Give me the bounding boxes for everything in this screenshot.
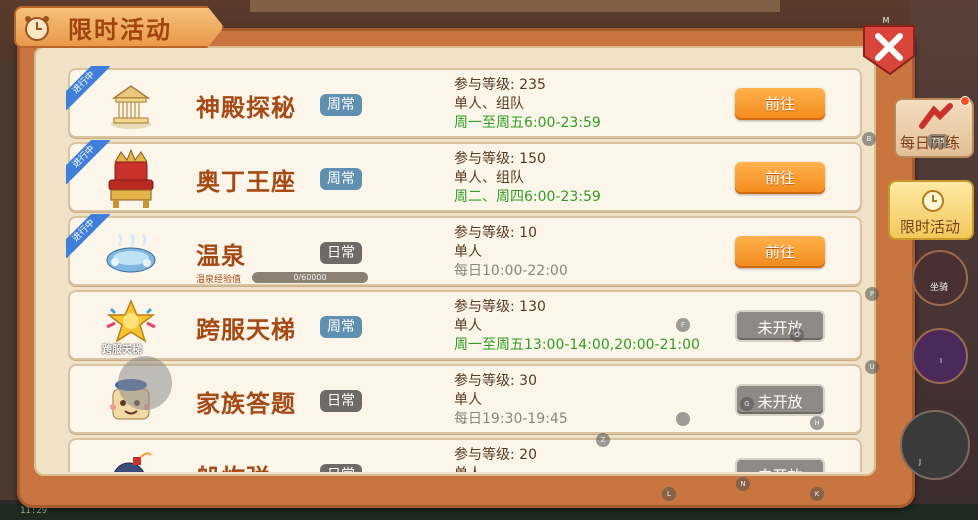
mode-text: 单人、组队 [454, 96, 524, 112]
tab-daily-training[interactable]: 每日历练 [894, 96, 974, 158]
top-hud-bar [250, 0, 780, 12]
activity-info: 参与等级: 150 单人、组队 周二、周四6:00-23:59 [454, 150, 601, 207]
hotkey-badge: 735 [928, 134, 948, 148]
frequency-tag: 周常 [320, 94, 362, 116]
schedule-text: 每日19:30-19:45 [454, 411, 568, 427]
hot-spring-icon [96, 222, 166, 284]
level-label: 参与等级: [454, 373, 515, 389]
level-value: 10 [519, 225, 537, 241]
mode-text: 单人 [454, 465, 537, 472]
activity-name: 温泉 [196, 242, 246, 270]
close-button[interactable] [858, 22, 920, 78]
schedule-text: 周一至周五13:00-14:00,20:00-21:00 [454, 337, 700, 353]
level-value: 30 [519, 373, 537, 389]
frequency-tag: 周常 [320, 168, 362, 190]
daily-training-icon [919, 103, 953, 129]
tab-limited-events-label: 限时活动 [900, 218, 961, 236]
hint-dot [676, 412, 690, 426]
activity-info: 参与等级: 30 单人 每日19:30-19:45 [454, 372, 568, 429]
hotkey-hint: M [882, 16, 890, 25]
list-item: 进行中 奥丁王座 周常 参与等级: 150 单人、组队 周二、周四6:00-23… [66, 140, 862, 212]
hotkey-hint: N [736, 477, 750, 491]
not-open-button[interactable]: 未开放 [735, 458, 825, 472]
hotkey-hint: O [790, 328, 804, 342]
level-value: 130 [519, 299, 546, 315]
throne-icon [96, 148, 166, 210]
level-label: 参与等级: [454, 151, 515, 167]
hotkey-hint: J [918, 458, 922, 466]
activity-info: 参与等级: 20 单人 [454, 446, 537, 472]
level-value: 235 [519, 77, 546, 93]
list-item: 船炸弹 日常 参与等级: 20 单人 未开放 [68, 438, 862, 472]
alarm-clock-icon [22, 14, 52, 42]
level-value: 150 [519, 151, 546, 167]
temple-icon [96, 74, 166, 136]
list-item: 进行中 温泉 日常 温泉经验值 0/60000 参与等级: 10 单人 每日10… [66, 214, 862, 286]
activity-info: 参与等级: 235 单人、组队 周一至周五6:00-23:59 [454, 76, 601, 133]
hotkey-hint: I [939, 357, 943, 365]
hot-spring-exp-bar: 0/60000 [252, 272, 368, 283]
list-item: 进行中 神殿探秘 周常 参与等级: 235 单人、组队 周一至周五6:00-23… [66, 66, 862, 138]
notification-dot [960, 96, 970, 106]
hotkey-hint: H [810, 416, 824, 430]
mode-text: 单人、组队 [454, 170, 524, 186]
activity-info: 参与等级: 10 单人 每日10:00-22:00 [454, 224, 568, 281]
mode-text: 单人 [454, 392, 482, 408]
frequency-tag: 日常 [320, 464, 362, 472]
level-label: 参与等级: [454, 225, 515, 241]
virtual-joystick[interactable] [118, 356, 172, 410]
panel-title: 限时活动 [68, 16, 172, 44]
hotkey-hint: U [865, 360, 879, 374]
mode-text: 单人 [454, 318, 482, 334]
not-open-button[interactable]: 未开放 [735, 310, 825, 342]
mount-button[interactable]: 坐骑 [912, 250, 968, 306]
ladder-icon: 跨服天梯 [96, 296, 166, 358]
tab-limited-events[interactable]: 限时活动 [888, 180, 974, 240]
hotkey-hint: B [862, 132, 876, 146]
hotkey-hint: L [662, 487, 676, 501]
hot-spring-exp-text: 0/60000 [293, 273, 327, 282]
ladder-icon-caption: 跨服天梯 [102, 345, 142, 356]
activity-info: 参与等级: 130 单人 周一至周五13:00-14:00,20:00-21:0… [454, 298, 700, 355]
go-button[interactable]: 前往 [735, 162, 825, 194]
hotkey-hint: G [740, 397, 754, 411]
limited-events-icon [922, 190, 944, 212]
hotkey-hint: Z [596, 433, 610, 447]
activity-name: 神殿探秘 [196, 94, 296, 122]
go-button[interactable]: 前往 [735, 88, 825, 120]
list-item: 跨服天梯 跨服天梯 周常 参与等级: 130 单人 周一至周五13:00-14:… [68, 290, 862, 360]
schedule-text: 周二、周四6:00-23:59 [454, 189, 601, 205]
schedule-text: 每日10:00-22:00 [454, 263, 568, 279]
activity-name: 跨服天梯 [196, 316, 296, 344]
level-label: 参与等级: [454, 447, 515, 463]
activity-name: 家族答题 [196, 390, 296, 418]
activity-name: 奥丁王座 [196, 168, 296, 196]
level-value: 20 [519, 447, 537, 463]
attack-button[interactable] [900, 410, 970, 480]
mount-button-label: 坐骑 [930, 283, 949, 293]
level-label: 参与等级: [454, 299, 515, 315]
schedule-text: 周一至周五6:00-23:59 [454, 115, 601, 131]
hotkey-hint: K [810, 487, 824, 501]
hotkey-hint: F [676, 318, 690, 332]
level-label: 参与等级: [454, 77, 515, 93]
hot-spring-exp-label: 温泉经验值 [196, 275, 242, 285]
bomb-icon [96, 444, 166, 472]
go-button[interactable]: 前往 [735, 236, 825, 268]
frequency-tag: 日常 [320, 242, 362, 264]
mode-text: 单人 [454, 244, 482, 260]
frequency-tag: 周常 [320, 316, 362, 338]
frequency-tag: 日常 [320, 390, 362, 412]
hotkey-hint: P [865, 287, 879, 301]
activity-name: 船炸弹 [196, 458, 271, 472]
